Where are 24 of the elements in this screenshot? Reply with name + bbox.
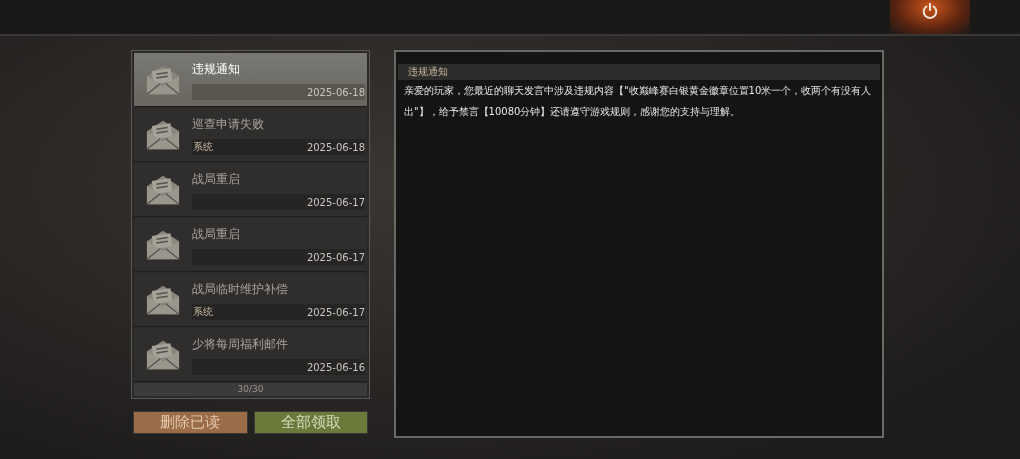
- mail-date: 2025-06-18: [306, 86, 365, 98]
- mail-subject: 战局临时维护补偿: [192, 281, 289, 298]
- mail-date: 2025-06-17: [306, 306, 365, 318]
- mail-date: 2025-06-16: [306, 361, 365, 373]
- mail-subject: 战局重启: [192, 226, 241, 243]
- mail-subject: 少将每周福利邮件: [192, 336, 289, 353]
- mail-body: 亲爱的玩家，您最近的聊天发言中涉及违规内容【"收巅峰赛白银黄金徽章位置10米一个，收两个有没有人出"】，给予禁言【10080分钟】还请遵守游戏规则，感谢您的支持与理解。: [403, 84, 873, 119]
- mail-item[interactable]: 少将每周福利邮件 2025-06-16: [134, 328, 367, 382]
- mail-item[interactable]: 违规通知 2025-06-18: [134, 53, 367, 107]
- mail-subject: 战局重启: [192, 171, 241, 188]
- mail-item[interactable]: 战局重启 2025-06-17: [134, 163, 367, 217]
- power-icon[interactable]: [921, 2, 939, 20]
- mail-item[interactable]: 战局重启 2025-06-17: [134, 218, 367, 272]
- mail-sender: 系统: [193, 305, 213, 319]
- mail-item[interactable]: 巡查申请失败 系统 2025-06-18: [134, 108, 367, 162]
- mail-date: 2025-06-17: [306, 196, 365, 208]
- mail-sender: 系统: [193, 140, 213, 154]
- mail-date: 2025-06-18: [306, 141, 365, 153]
- mail-subject: 巡查申请失败: [192, 116, 265, 133]
- mail-item[interactable]: 战局临时维护补偿 系统 2025-06-17: [134, 273, 367, 327]
- mail-subject: 违规通知: [192, 61, 241, 78]
- mail-count: 30/30: [134, 383, 367, 396]
- mail-date: 2025-06-17: [306, 251, 365, 263]
- mail-title: 违规通知: [398, 64, 880, 80]
